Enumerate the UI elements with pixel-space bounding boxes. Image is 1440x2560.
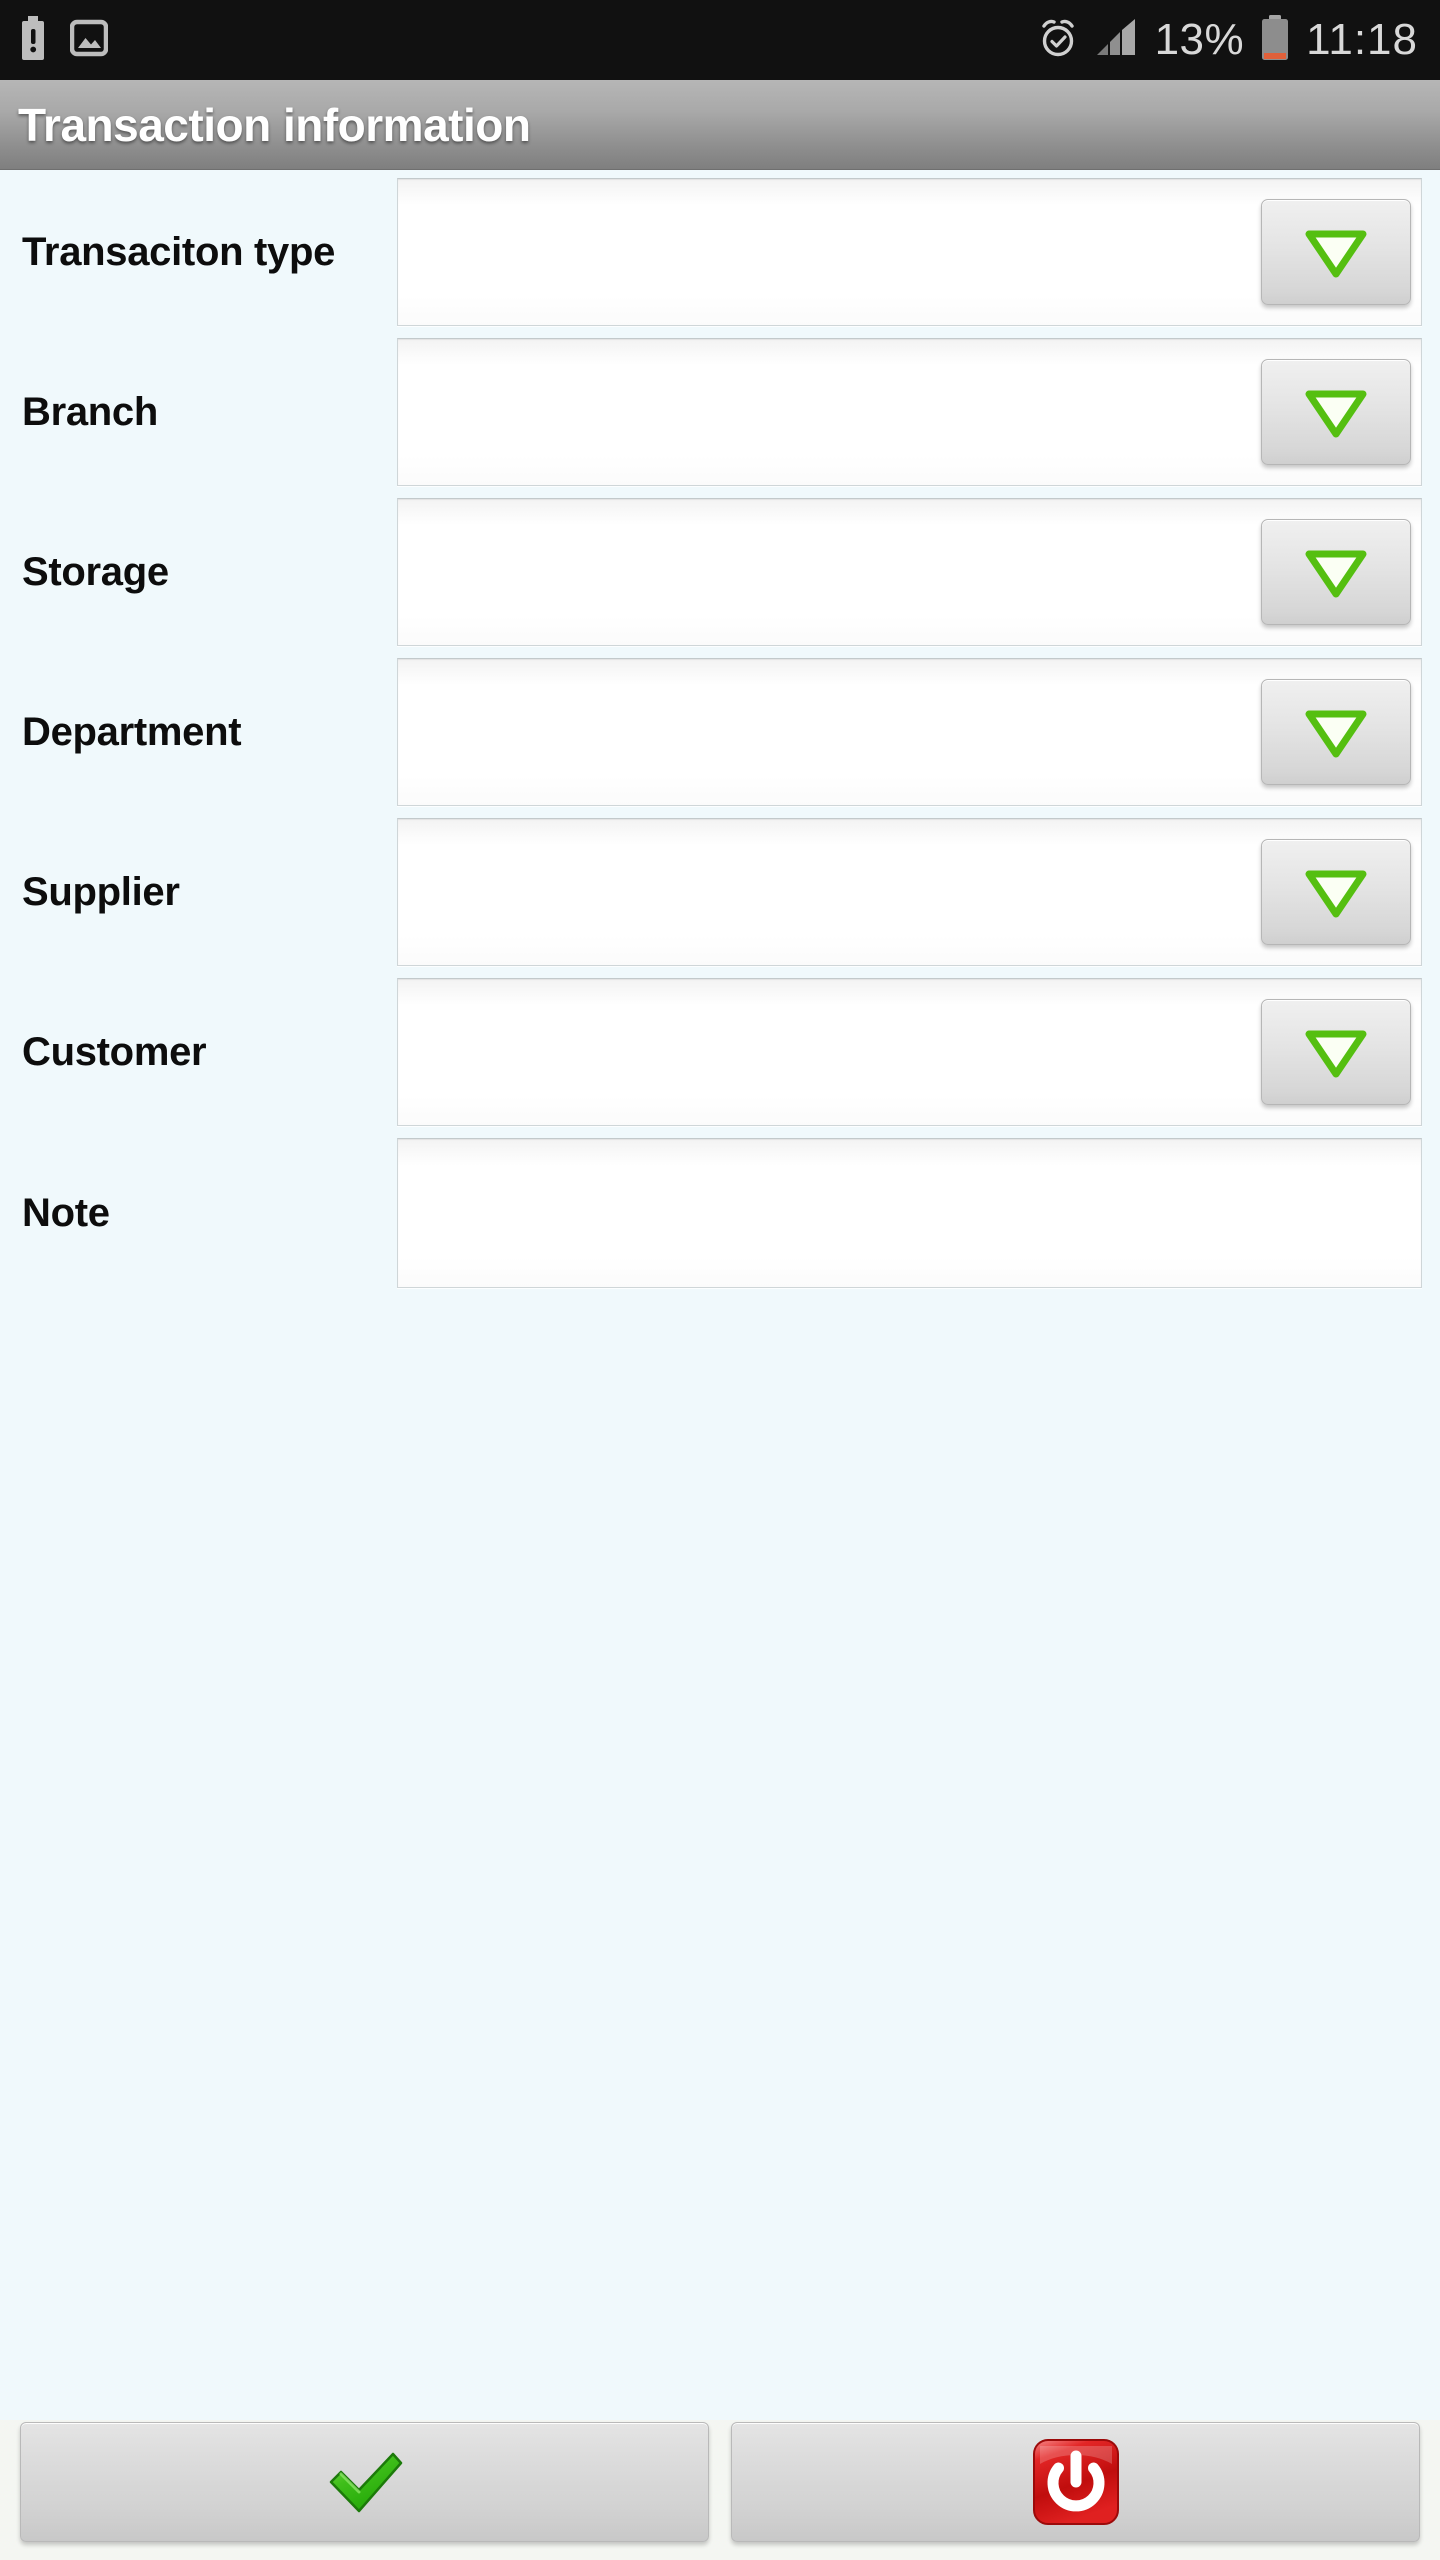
form-row-storage: Storage xyxy=(0,498,1440,646)
confirm-button[interactable] xyxy=(20,2422,709,2542)
dropdown-button-branch[interactable] xyxy=(1261,359,1411,465)
form-row-department: Department xyxy=(0,658,1440,806)
label-department: Department xyxy=(22,709,242,754)
field-note[interactable] xyxy=(397,1138,1422,1288)
form-row-supplier: Supplier xyxy=(0,818,1440,966)
field-customer[interactable] xyxy=(397,978,1422,1126)
bottom-action-bar xyxy=(0,2420,1440,2560)
label-storage: Storage xyxy=(22,549,169,594)
label-note: Note xyxy=(22,1190,110,1235)
app-screen: 13% 11:18 Transaction information Transa… xyxy=(0,0,1440,2560)
chevron-down-icon xyxy=(1305,230,1367,278)
green-checkmark-icon xyxy=(329,2452,402,2513)
label-branch: Branch xyxy=(22,389,159,434)
field-department[interactable] xyxy=(397,658,1422,806)
signal-bars-icon xyxy=(1095,18,1139,62)
chevron-down-icon xyxy=(1305,710,1367,758)
form-row-customer: Customer xyxy=(0,978,1440,1126)
dropdown-button-customer[interactable] xyxy=(1261,999,1411,1105)
chevron-down-icon xyxy=(1305,390,1367,438)
label-transaction-type: Transaciton type xyxy=(22,229,336,274)
label-customer: Customer xyxy=(22,1029,207,1074)
title-bar: Transaction information xyxy=(0,80,1440,170)
field-storage[interactable] xyxy=(397,498,1422,646)
status-bar: 13% 11:18 xyxy=(0,0,1440,80)
form-row-branch: Branch xyxy=(0,338,1440,486)
dropdown-button-department[interactable] xyxy=(1261,679,1411,785)
chevron-down-icon xyxy=(1305,550,1367,598)
field-branch[interactable] xyxy=(397,338,1422,486)
chevron-down-icon xyxy=(1305,870,1367,918)
alarm-clock-icon xyxy=(1037,16,1079,65)
clock-label: 11:18 xyxy=(1306,15,1418,64)
transaction-form: Transaciton type Branch Storage Departme… xyxy=(0,170,1440,2420)
form-row-transaction-type: Transaciton type xyxy=(0,178,1440,326)
dropdown-button-transaction-type[interactable] xyxy=(1261,199,1411,305)
input-note[interactable] xyxy=(398,1139,1421,1287)
chevron-down-icon xyxy=(1305,1030,1367,1078)
clipboard-alert-icon xyxy=(18,15,48,65)
page-title: Transaction information xyxy=(18,98,531,151)
exit-button[interactable] xyxy=(731,2422,1420,2542)
field-supplier[interactable] xyxy=(397,818,1422,966)
image-icon xyxy=(69,18,109,63)
form-row-note: Note xyxy=(0,1138,1440,1288)
status-bar-left-icons xyxy=(18,15,109,65)
field-transaction-type[interactable] xyxy=(397,178,1422,326)
red-power-icon xyxy=(1032,2439,1119,2525)
dropdown-button-storage[interactable] xyxy=(1261,519,1411,625)
dropdown-button-supplier[interactable] xyxy=(1261,839,1411,945)
label-supplier: Supplier xyxy=(22,869,180,914)
battery-low-icon xyxy=(1260,14,1290,66)
battery-percent-label: 13% xyxy=(1154,15,1245,64)
status-bar-right-icons: 13% 11:18 xyxy=(1037,14,1418,66)
